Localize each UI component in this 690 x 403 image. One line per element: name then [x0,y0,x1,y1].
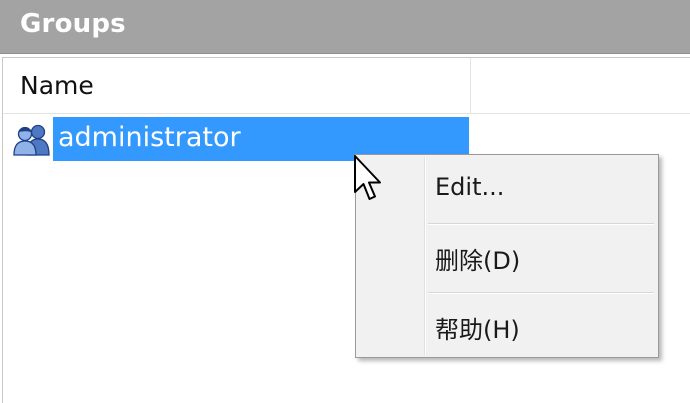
menu-item-help[interactable]: 帮助(H) [359,295,655,357]
mouse-pointer-icon [353,154,385,206]
menu-separator [428,292,654,294]
menu-item-edit[interactable]: Edit... [359,158,655,220]
panel-header: Groups [0,0,690,54]
menu-item-label: 帮助(H) [435,316,520,344]
column-header-label: Name [20,71,94,100]
column-header-name[interactable]: Name [3,58,471,113]
context-menu: Edit... 删除(D) 帮助(H) [355,154,659,358]
panel-title: Groups [20,9,126,39]
list-item-label[interactable]: administrator [58,122,241,153]
column-header-row: Name [3,58,690,114]
menu-item-label: 删除(D) [435,247,521,275]
menu-item-delete[interactable]: 删除(D) [359,226,655,288]
group-icon [13,122,51,156]
menu-separator [428,223,654,225]
menu-item-label: Edit... [435,173,505,201]
